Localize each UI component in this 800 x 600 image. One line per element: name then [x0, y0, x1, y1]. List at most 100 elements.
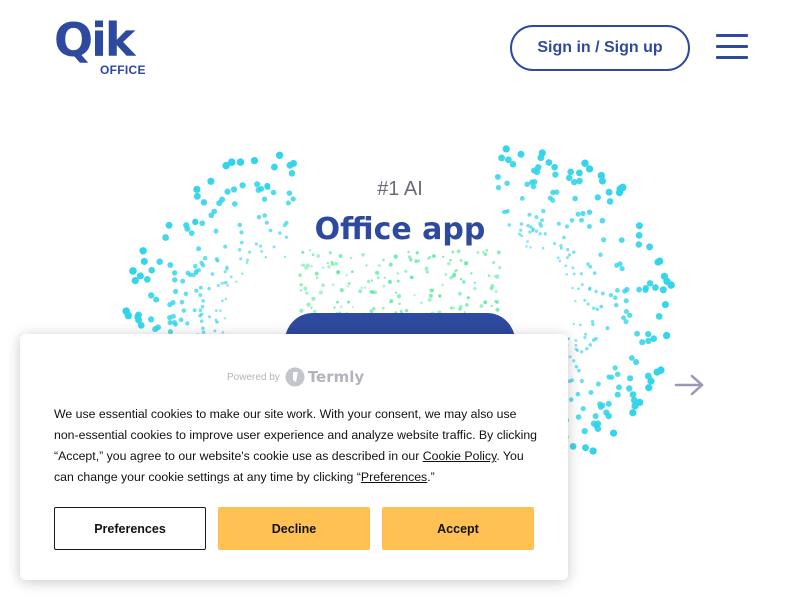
hero-dot — [129, 267, 137, 275]
hamburger-menu-button[interactable] — [716, 34, 748, 60]
hero-dot — [617, 261, 623, 267]
hero-dot — [299, 283, 303, 287]
cookie-policy-link[interactable]: Cookie Policy — [423, 449, 497, 463]
termly-brand: Termly — [307, 368, 365, 386]
hero-dot — [505, 156, 512, 164]
hero-dot — [498, 266, 502, 270]
hero-dot — [485, 248, 489, 252]
hero-dot — [594, 289, 598, 294]
hero-dot — [326, 261, 330, 265]
hero-dot — [224, 297, 228, 301]
hero-dot — [122, 307, 130, 315]
sign-in-sign-up-button[interactable]: Sign in / Sign up — [510, 25, 690, 71]
hero-dot — [404, 269, 408, 273]
hero-dot — [396, 272, 399, 275]
hero-dot — [250, 156, 259, 165]
hero-dot — [495, 307, 500, 312]
hero-dot — [636, 398, 644, 407]
hero-dot — [148, 266, 156, 274]
preferences-button[interactable]: Preferences — [54, 507, 206, 550]
hero-dot — [216, 200, 223, 207]
hero-dot — [551, 163, 558, 171]
hero-dot — [225, 265, 229, 269]
hero-dot — [569, 443, 577, 450]
next-slide-button[interactable] — [672, 370, 706, 400]
decline-button[interactable]: Decline — [218, 507, 370, 550]
hero-dot — [586, 302, 590, 306]
hero-dot — [424, 266, 429, 271]
hero-dot — [336, 301, 339, 304]
menu-bar — [716, 56, 748, 59]
menu-bar — [716, 34, 748, 37]
hero-dot — [645, 330, 652, 338]
hero-dot — [565, 273, 568, 276]
hero-dot — [599, 304, 604, 309]
hero-dot — [609, 429, 618, 437]
hero-dot — [394, 291, 398, 294]
hero-dot — [311, 296, 316, 301]
hero-dot — [574, 365, 579, 369]
hero-dot — [572, 359, 576, 363]
hero-dot — [577, 368, 581, 373]
hero-dot — [407, 250, 410, 254]
powered-by-termly[interactable]: Powered by Termly — [227, 367, 364, 387]
hero-dot — [199, 260, 204, 266]
hero-dot — [492, 260, 496, 265]
hero-dot — [556, 256, 560, 260]
hero-dot — [347, 300, 350, 304]
hero-dot — [367, 279, 371, 284]
hero-dot — [476, 251, 480, 254]
hero-dot — [214, 309, 218, 313]
hero-dot — [452, 273, 456, 278]
hero-dot — [170, 300, 176, 306]
hero-dot — [413, 294, 416, 297]
hero-dot — [531, 167, 538, 174]
accept-button[interactable]: Accept — [382, 507, 534, 550]
hero-dot — [447, 261, 451, 266]
hero-dot — [608, 293, 614, 298]
hero-dot — [483, 300, 488, 305]
hero-dot — [634, 330, 640, 337]
hero-dot — [207, 315, 212, 319]
hero-dot — [622, 288, 628, 294]
hero-dot — [623, 298, 629, 304]
hero-dot — [599, 402, 606, 409]
hero-dot — [232, 201, 238, 207]
hero-dot — [346, 285, 350, 288]
hero-dot — [615, 288, 620, 293]
hero-dot — [339, 287, 344, 293]
hero-dot — [457, 291, 462, 296]
hero-dot — [574, 299, 577, 303]
logo-mark: Qik — [54, 13, 135, 67]
hero-dot — [575, 169, 583, 177]
hero-dot — [201, 299, 205, 303]
hero-dot — [185, 321, 190, 326]
cookie-text-part3: .” — [427, 470, 435, 484]
hero-dot — [302, 263, 306, 267]
hero-dot — [628, 355, 635, 361]
hero-dot — [456, 249, 461, 254]
hero-dot — [559, 246, 563, 250]
hero-dot — [591, 338, 596, 342]
hero-dot — [350, 270, 354, 274]
hero-dot — [629, 391, 637, 398]
hero-dot — [579, 378, 585, 384]
hero-dot — [459, 278, 463, 281]
hero-dot — [667, 281, 675, 289]
hero-dot — [656, 257, 664, 265]
hero-dot — [316, 253, 321, 259]
hero-dot — [646, 280, 654, 287]
hero-dot — [303, 286, 308, 291]
hero-dot — [167, 262, 174, 268]
hero-dot — [198, 308, 203, 313]
logo[interactable]: Qik OFFICE — [54, 14, 150, 78]
hero-dot — [183, 291, 189, 297]
hero-dot — [409, 275, 414, 280]
hero-dot — [201, 326, 205, 331]
hero-dot — [409, 258, 413, 262]
hero-dot — [494, 289, 498, 293]
preferences-link[interactable]: Preferences — [361, 470, 427, 484]
hero-dot — [396, 279, 400, 283]
hero-dot — [321, 283, 325, 287]
hero-dot — [494, 274, 500, 279]
